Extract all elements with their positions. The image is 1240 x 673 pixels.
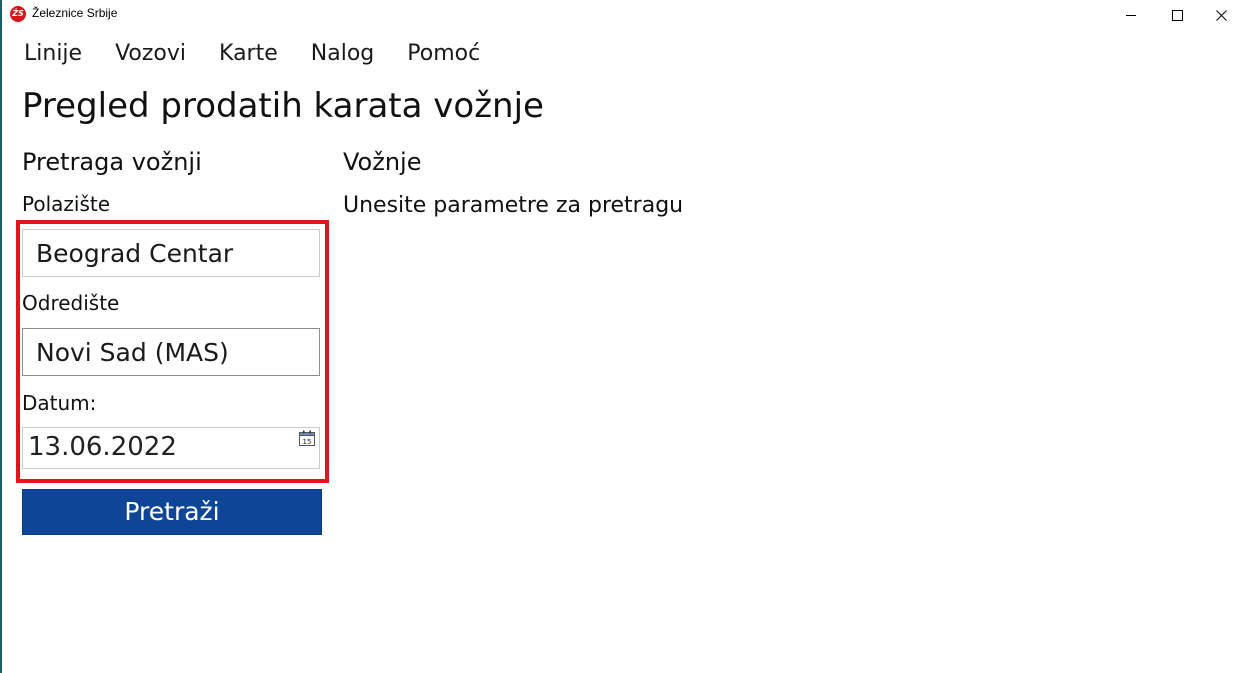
from-input[interactable] [22, 229, 320, 277]
window-edge [0, 0, 2, 673]
minimize-icon [1126, 14, 1136, 16]
main-menu: Linije Vozovi Karte Nalog Pomoć [24, 38, 480, 70]
rides-hint: Unesite parametre za pretragu [343, 193, 684, 218]
date-label: Datum: [22, 391, 97, 415]
maximize-button[interactable] [1154, 0, 1200, 30]
menu-item-nalog[interactable]: Nalog [311, 38, 374, 70]
calendar-icon[interactable]: 15 [299, 430, 315, 446]
date-value: 13.06.2022 [28, 432, 177, 462]
page-title: Pregled prodatih karata vožnje [22, 86, 544, 126]
close-icon [1215, 9, 1227, 21]
from-label: Polazište [22, 192, 111, 216]
to-input[interactable] [22, 328, 320, 376]
menu-item-karte[interactable]: Karte [219, 38, 278, 70]
menu-item-linije[interactable]: Linije [24, 38, 82, 70]
menu-item-pomoc[interactable]: Pomoć [407, 38, 480, 70]
rides-heading: Vožnje [343, 148, 422, 176]
date-picker[interactable]: 13.06.2022 15 [22, 427, 320, 469]
to-label: Odredište [22, 291, 120, 315]
title-bar: ŽS Železnice Srbije [2, 0, 1240, 30]
menu-item-vozovi[interactable]: Vozovi [115, 38, 186, 70]
close-button[interactable] [1198, 0, 1240, 30]
search-heading: Pretraga vožnji [22, 148, 202, 176]
app-logo-icon: ŽS [10, 6, 26, 22]
search-button[interactable]: Pretraži [22, 489, 322, 535]
maximize-icon [1171, 9, 1183, 21]
minimize-button[interactable] [1108, 0, 1154, 30]
window-title: Železnice Srbije [32, 6, 118, 20]
calendar-icon-day: 15 [303, 438, 312, 446]
